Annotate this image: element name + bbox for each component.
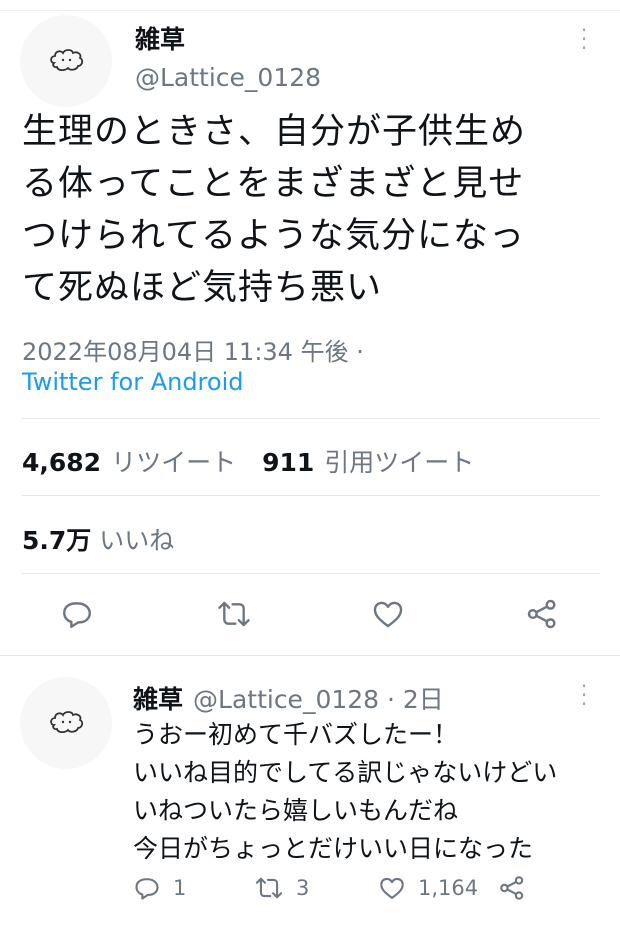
reply-more-options-icon[interactable]: · · · (579, 676, 589, 714)
quote-count[interactable]: 911 (262, 448, 314, 477)
like-icon (373, 601, 403, 628)
reply-button[interactable] (55, 592, 99, 636)
reply-text-line: 今日がちょっとだけいい日になった (133, 834, 534, 863)
reply-retweet-count: 3 (296, 876, 310, 900)
tweet-text-line: る体ってことをまざまざと見せ (22, 164, 525, 204)
retweet-icon (255, 877, 283, 899)
more-options-icon[interactable]: · · · (579, 20, 589, 58)
tweet-text-line: つけられてるような気分になっ (22, 216, 525, 256)
reply-share-button[interactable] (498, 874, 526, 906)
reply-reply-button[interactable]: 1 (133, 874, 186, 902)
retweet-icon (218, 601, 250, 627)
likes-row: 5.7万 いいね (22, 521, 174, 557)
top-divider (0, 10, 620, 11)
avatar[interactable] (20, 15, 112, 107)
reply-text-line: うおー初めて千バズしたー！ (133, 720, 459, 749)
like-label[interactable]: いいね (99, 521, 174, 557)
like-button[interactable] (366, 592, 410, 636)
quote-label[interactable]: 引用ツイート (324, 443, 474, 479)
share-button[interactable] (520, 592, 564, 636)
retweet-count[interactable]: 4,682 (22, 448, 101, 477)
sheep-avatar-icon (50, 49, 84, 72)
divider (22, 495, 600, 496)
divider (0, 655, 620, 656)
reply-count: 1 (173, 876, 187, 900)
author-name[interactable]: 雑草 (135, 20, 185, 56)
reply-icon (135, 878, 159, 900)
reply-text-line: いいね目的でしてる訳じゃないけどい (133, 758, 558, 787)
reply-like-count: 1,164 (418, 876, 479, 900)
share-icon (527, 599, 556, 629)
tweet-text-line: 生理のときさ、自分が子供生め (22, 112, 527, 152)
reply-author-name[interactable]: 雑草 (133, 680, 183, 716)
sheep-avatar-icon (50, 711, 84, 734)
reply-text-line: いねついたら嬉しいもんだね (133, 796, 459, 825)
reply-like-button[interactable]: 1,164 (378, 874, 478, 902)
share-icon (500, 876, 524, 900)
retweet-button[interactable] (212, 592, 256, 636)
author-handle[interactable]: @Lattice_0128 (135, 63, 321, 92)
source-link[interactable]: Twitter for Android (22, 368, 243, 396)
divider (22, 418, 600, 419)
reply-text: うおー初めて千バズしたー！ いいね目的でしてる訳じゃないけどい いねついたら嬉し… (133, 716, 613, 868)
reply-retweet-button[interactable]: 3 (254, 874, 309, 902)
like-icon (380, 877, 404, 899)
tweet-text: 生理のときさ、自分が子供生め る体ってことをまざまざと見せ つけられてるような気… (22, 106, 612, 314)
like-count[interactable]: 5.7万 (22, 521, 91, 557)
reply-avatar[interactable] (20, 677, 112, 769)
reply-icon (63, 602, 91, 628)
tweet-text-line: て死ぬほど気持ち悪い (22, 268, 383, 308)
reply-handle-time[interactable]: @Lattice_0128 · 2日 (193, 680, 444, 716)
retweet-label[interactable]: リツイート (111, 443, 236, 479)
divider (22, 573, 600, 574)
timestamp[interactable]: 2022年08月04日 11:34 午後 · (22, 332, 364, 367)
reply-header: 雑草 @Lattice_0128 · 2日 (133, 680, 444, 716)
stats-row: 4,682 リツイート 911 引用ツイート (22, 443, 474, 479)
